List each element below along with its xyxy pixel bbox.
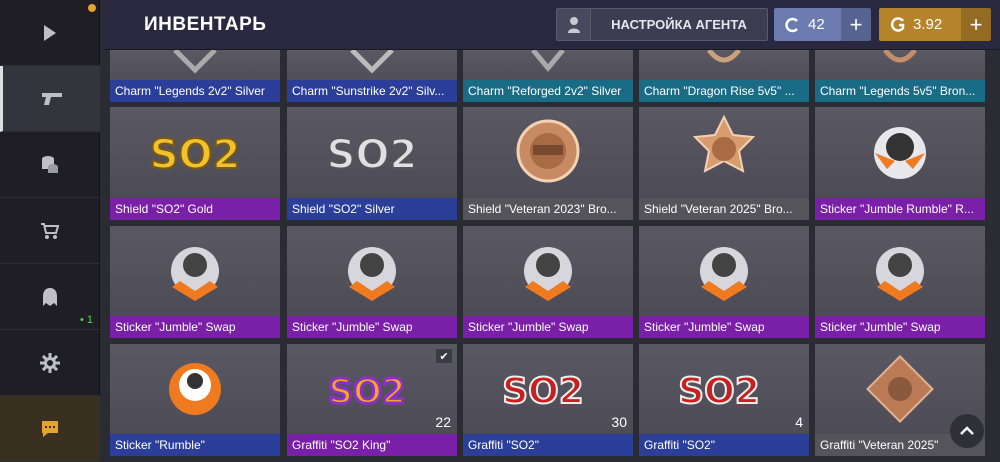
charm-icon: [639, 50, 809, 80]
sidebar-item-inventory[interactable]: [0, 66, 100, 132]
item-label: Charm "Dragon Rise 5v5" ...: [639, 80, 809, 102]
item-label: Sticker "Jumble" Swap: [639, 316, 809, 338]
add-silver-button[interactable]: +: [841, 8, 871, 41]
inventory-item[interactable]: Charm "Legends 5v5" Bron...: [815, 50, 985, 102]
item-label: Sticker "Jumble" Swap: [110, 316, 280, 338]
inventory-item[interactable]: Sticker "Jumble" Swap: [815, 226, 985, 338]
item-label: Graffiti "SO2": [463, 434, 633, 456]
item-label: Graffiti "SO2": [639, 434, 809, 456]
page-title: ИНВЕНТАРЬ: [144, 14, 267, 35]
svg-text:SO2: SO2: [150, 132, 240, 178]
sticker-icon: [639, 226, 809, 316]
item-count: 22: [435, 414, 451, 430]
item-label: Charm "Sunstrike 2v2" Silv...: [287, 80, 457, 102]
item-label: Sticker "Jumble" Swap: [287, 316, 457, 338]
inventory-item[interactable]: SO2 Shield "SO2" Silver: [287, 107, 457, 220]
medal-icon: [639, 107, 809, 198]
silver-coin-icon: [780, 17, 806, 33]
charm-icon: [815, 50, 985, 80]
sticker-icon: [110, 344, 280, 434]
graffiti-icon: SO2: [463, 344, 633, 434]
inventory-item[interactable]: Shield "Veteran 2025" Bro...: [639, 107, 809, 220]
inventory-item[interactable]: Charm "Dragon Rise 5v5" ...: [639, 50, 809, 102]
graffiti-icon: SO2: [639, 344, 809, 434]
inventory-item[interactable]: Sticker "Jumble" Swap: [463, 226, 633, 338]
sticker-icon: [463, 226, 633, 316]
inventory-item[interactable]: Sticker "Jumble Rumble" R...: [815, 107, 985, 220]
inventory-item[interactable]: Shield "Veteran 2023" Bro...: [463, 107, 633, 220]
scroll-to-top-button[interactable]: [950, 414, 984, 448]
sticker-icon: [110, 226, 280, 316]
inventory-item[interactable]: ✔ SO2 22 Graffiti "SO2 King": [287, 344, 457, 456]
inventory-item[interactable]: Charm "Reforged 2v2" Silver: [463, 50, 633, 102]
agent-settings-button[interactable]: НАСТРОЙКА АГЕНТА: [556, 8, 768, 41]
svg-text:SO2: SO2: [679, 371, 760, 412]
inventory-grid: Charm "Legends 2v2" Silver Charm "Sunstr…: [104, 50, 1000, 462]
sticker-icon: [815, 226, 985, 316]
play-icon: [44, 24, 56, 41]
sticker-icon: [815, 107, 985, 198]
item-label: Charm "Legends 2v2" Silver: [110, 80, 280, 102]
svg-text:SO2: SO2: [328, 372, 405, 412]
sidebar-item-coins[interactable]: [0, 132, 100, 198]
medal-icon: [463, 107, 633, 198]
item-label: Sticker "Rumble": [110, 434, 280, 456]
inventory-item[interactable]: Sticker "Jumble" Swap: [639, 226, 809, 338]
silver-amount: 42: [808, 16, 825, 33]
sidebar-item-chat[interactable]: [0, 396, 100, 462]
inventory-item[interactable]: Sticker "Jumble" Swap: [110, 226, 280, 338]
charm-icon: [287, 50, 457, 80]
inventory-item[interactable]: Charm "Sunstrike 2v2" Silv...: [287, 50, 457, 102]
sidebar: • 1: [0, 0, 100, 462]
shield-icon: SO2: [287, 107, 457, 198]
item-label: Shield "SO2" Silver: [287, 198, 457, 220]
cart-icon: [41, 222, 60, 239]
gun-icon: [41, 92, 62, 105]
agent-settings-label: НАСТРОЙКА АГЕНТА: [611, 17, 747, 32]
sidebar-item-settings[interactable]: [0, 330, 100, 396]
inventory-item[interactable]: Charm "Legends 2v2" Silver: [110, 50, 280, 102]
inventory-item[interactable]: SO2 Shield "SO2" Gold: [110, 107, 280, 220]
svg-text:SO2: SO2: [503, 371, 584, 412]
item-label: Shield "Veteran 2025" Bro...: [639, 198, 809, 220]
shield-icon: SO2: [110, 107, 280, 198]
item-label: Charm "Legends 5v5" Bron...: [815, 80, 985, 102]
gold-balance: 3.92 +: [879, 8, 991, 41]
chevron-up-icon: [960, 426, 974, 435]
item-label: Sticker "Jumble" Swap: [463, 316, 633, 338]
svg-text:SO2: SO2: [327, 132, 417, 178]
coins-icon: [42, 155, 58, 173]
chat-icon: [42, 420, 58, 437]
item-count: 4: [795, 414, 803, 430]
sidebar-item-agents[interactable]: • 1: [0, 264, 100, 330]
item-label: Shield "Veteran 2023" Bro...: [463, 198, 633, 220]
silver-balance: 42 +: [774, 8, 871, 41]
inventory-item[interactable]: Sticker "Rumble": [110, 344, 280, 456]
item-label: Sticker "Jumble Rumble" R...: [815, 198, 985, 220]
agents-badge: • 1: [80, 314, 94, 326]
item-label: Shield "SO2" Gold: [110, 198, 280, 220]
agent-icon: [557, 9, 591, 40]
inventory-item[interactable]: SO2 30 Graffiti "SO2": [463, 344, 633, 456]
gold-coin-icon: [885, 16, 911, 33]
graffiti-icon: SO2: [287, 344, 457, 434]
item-label: Charm "Reforged 2v2" Silver: [463, 80, 633, 102]
ghost-icon: [43, 287, 57, 306]
gold-amount: 3.92: [913, 16, 943, 33]
gear-icon: [40, 352, 60, 373]
charm-icon: [463, 50, 633, 80]
item-label: Graffiti "SO2 King": [287, 434, 457, 456]
sidebar-item-shop[interactable]: [0, 198, 100, 264]
header: ИНВЕНТАРЬ НАСТРОЙКА АГЕНТА 42 + 3.92 +: [104, 0, 1000, 50]
inventory-item[interactable]: Sticker "Jumble" Swap: [287, 226, 457, 338]
inventory-item[interactable]: SO2 4 Graffiti "SO2": [639, 344, 809, 456]
sticker-icon: [287, 226, 457, 316]
add-gold-button[interactable]: +: [961, 8, 991, 41]
charm-icon: [110, 50, 280, 80]
sidebar-item-play[interactable]: [0, 0, 100, 66]
item-count: 30: [611, 414, 627, 430]
item-label: Sticker "Jumble" Swap: [815, 316, 985, 338]
